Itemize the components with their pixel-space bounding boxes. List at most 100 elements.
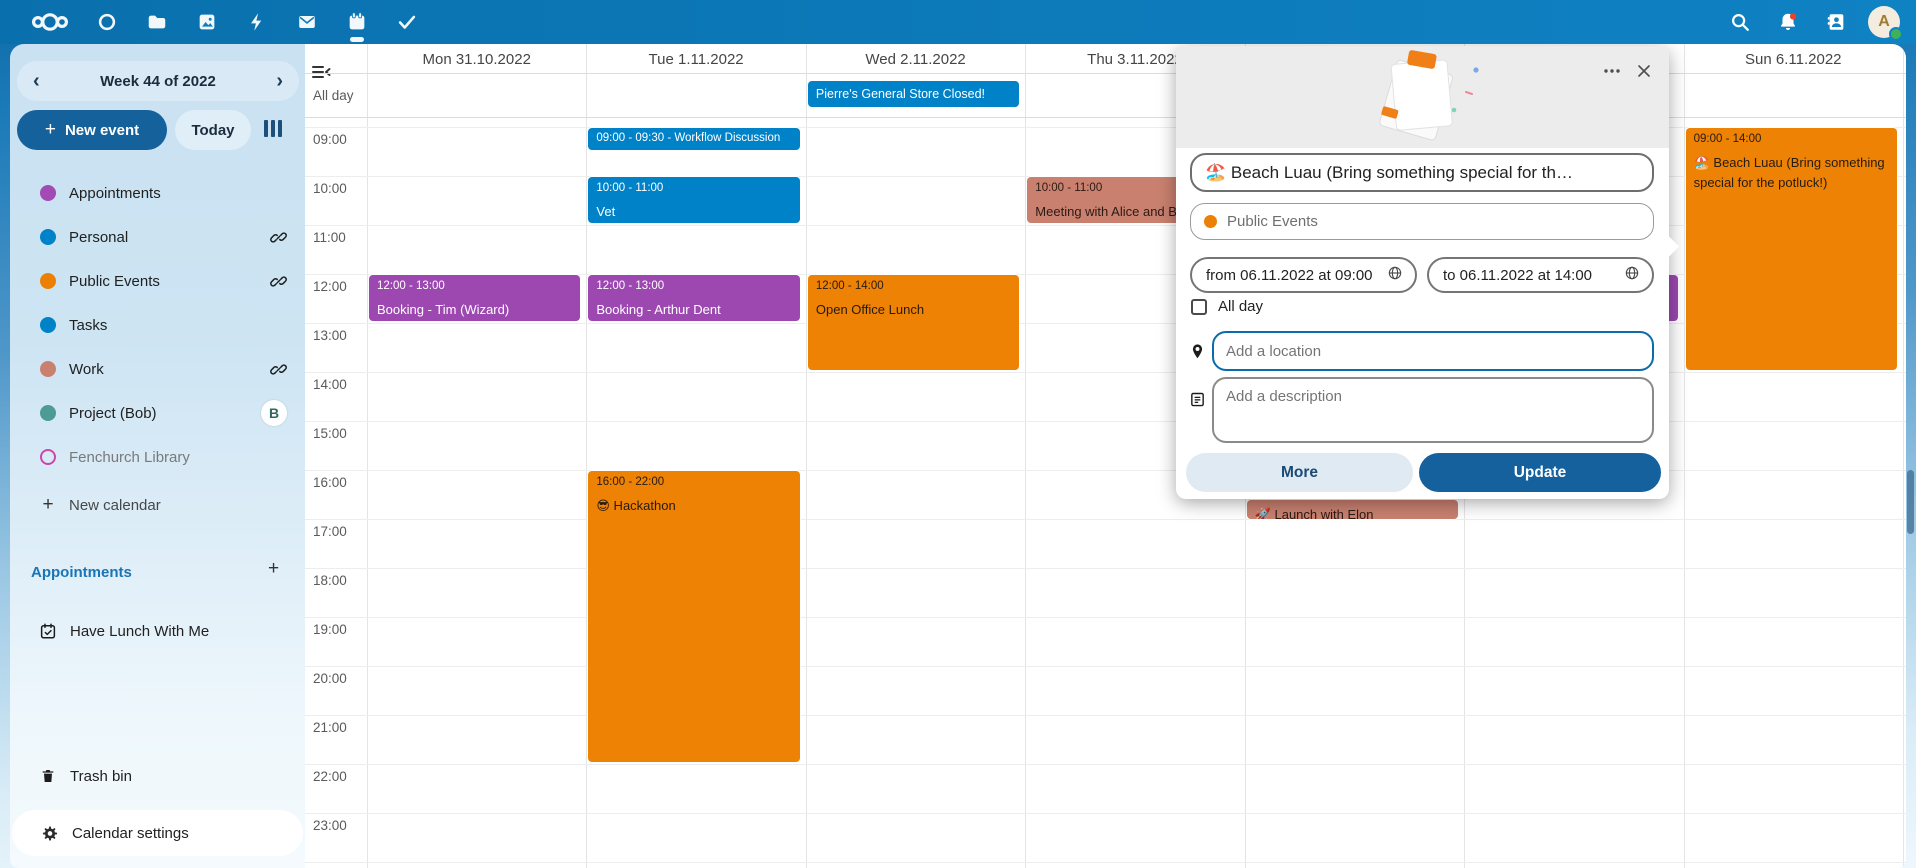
grid-column-line [1684,44,1685,868]
event-time: 12:00 - 13:00 [596,280,791,292]
shared-link-icon [270,229,287,246]
calendar-event[interactable]: 10:00 - 11:00 Vet [588,177,799,223]
dashboard-icon[interactable] [82,0,132,44]
calendar-name: Personal [69,229,270,246]
calendar-settings-button[interactable]: Calendar settings [12,810,303,856]
hour-label: 09:00 [313,132,347,147]
calendar-event[interactable]: Pierre's General Store Closed! [808,81,1019,107]
sidebar-item-tasks[interactable]: Tasks [10,303,305,347]
timezone-globe-icon[interactable] [1624,265,1640,285]
view-columns-icon[interactable] [264,120,282,137]
plus-icon: + [40,494,56,516]
hour-line [305,715,1906,716]
close-icon[interactable] [1631,58,1657,84]
calendar-icon[interactable] [332,0,382,44]
user-avatar[interactable]: A [1860,0,1908,44]
sidebar-item-personal[interactable]: Personal [10,215,305,259]
hour-label: 21:00 [313,720,347,735]
tasks-illustration [1348,48,1498,148]
all-day-toggle[interactable]: All day [1191,298,1263,315]
sidebar-item-appointments[interactable]: Appointments [10,171,305,215]
mail-icon[interactable] [282,0,332,44]
new-calendar-button[interactable]: + New calendar [10,483,305,527]
trash-bin-button[interactable]: Trash bin [10,754,305,798]
calendar-event[interactable]: 09:00 - 09:30 - Workflow Discussion [588,128,799,150]
previous-week-button[interactable]: ‹ [33,71,40,91]
hour-line [305,813,1906,814]
week-label: Week 44 of 2022 [100,73,216,90]
calendar-color-dot [40,185,56,201]
more-options-icon[interactable] [1599,60,1625,82]
nextcloud-logo-icon[interactable] [18,0,82,44]
event-time: 12:00 - 13:00 [377,280,572,292]
grid-column-line [1903,44,1904,868]
day-header[interactable]: Wed 2.11.2022 [806,44,1025,73]
calendar-event[interactable]: 12:00 - 13:00Booking - Arthur Dent [588,275,799,321]
event-title: Booking - Tim (Wizard) [377,300,572,320]
all-day-label: All day [313,88,354,103]
calendar-event[interactable]: 12:00 - 14:00Open Office Lunch [808,275,1019,370]
event-title: 🏖️ Beach Luau (Bring something special f… [1694,153,1889,193]
shared-link-icon [270,361,287,378]
hour-label: 16:00 [313,475,347,490]
start-datetime-field[interactable]: from 06.11.2022 at 09:00 [1190,257,1417,293]
event-time: 16:00 - 22:00 [596,476,791,488]
trash-icon [39,767,57,785]
plus-icon: + [45,119,56,141]
today-button[interactable]: Today [175,110,251,150]
new-event-button[interactable]: + New event [17,110,167,150]
calendar-name: Appointments [69,185,305,202]
calendar-color-dot [1204,215,1217,228]
event-time: 09:00 - 14:00 [1694,133,1889,145]
sidebar-item-fenchurch-library[interactable]: Fenchurch Library [10,435,305,479]
calendar-name: Project (Bob) [69,405,261,422]
photos-icon[interactable] [182,0,232,44]
all-day-label: All day [1218,298,1263,315]
event-title: Vet [596,202,791,222]
sidebar-item-work[interactable]: Work [10,347,305,391]
more-button[interactable]: More [1186,453,1413,492]
popup-header [1176,46,1669,148]
sidebar-item-project-bob[interactable]: Project (Bob)B [10,391,305,435]
calendar-picker[interactable]: Public Events [1190,203,1654,240]
hour-label: 14:00 [313,377,347,392]
calendar-event[interactable]: 🚀 Launch with Elon [1247,500,1458,519]
activity-icon[interactable] [232,0,282,44]
tasks-icon[interactable] [382,0,432,44]
calendar-color-dot [40,273,56,289]
timezone-globe-icon[interactable] [1387,265,1403,285]
calendar-event[interactable]: 09:00 - 14:00 🏖️ Beach Luau (Bring someth… [1686,128,1897,370]
description-input[interactable] [1212,377,1654,443]
calendar-color-dot [40,405,56,421]
gear-icon [41,824,59,843]
calendar-name: Fenchurch Library [69,449,305,466]
calendar-event[interactable]: 12:00 - 13:00 Booking - Tim (Wizard) [369,275,580,321]
trash-bin-label: Trash bin [70,768,305,785]
search-icon[interactable] [1716,0,1764,44]
contacts-icon[interactable] [1812,0,1860,44]
toggle-list-icon[interactable] [311,64,331,85]
location-input[interactable] [1212,331,1654,371]
day-header[interactable]: Mon 31.10.2022 [367,44,586,73]
event-time: 10:00 - 11:00 [596,182,791,194]
all-day-checkbox[interactable] [1191,299,1207,315]
sidebar-item-public-events[interactable]: Public Events [10,259,305,303]
notifications-icon[interactable] [1764,0,1812,44]
next-week-button[interactable]: › [276,71,283,91]
files-icon[interactable] [132,0,182,44]
event-time: 12:00 - 14:00 [816,280,1011,292]
update-button[interactable]: Update [1419,453,1661,492]
scrollbar[interactable] [1907,470,1914,534]
calendar-event[interactable]: 16:00 - 22:00😎 Hackathon [588,471,799,762]
appointment-item-have-lunch-with-me[interactable]: Have Lunch With Me [10,609,305,653]
hour-label: 12:00 [313,279,347,294]
day-header[interactable]: Tue 1.11.2022 [586,44,805,73]
grid-column-line [1025,44,1026,868]
event-title-input[interactable] [1190,153,1654,192]
hour-line [305,568,1906,569]
end-datetime-field[interactable]: to 06.11.2022 at 14:00 [1427,257,1654,293]
hour-line [305,666,1906,667]
add-appointment-button[interactable]: + [268,558,279,580]
week-navigation: ‹ Week 44 of 2022 › [17,61,299,101]
day-header[interactable]: Sun 6.11.2022 [1684,44,1903,73]
